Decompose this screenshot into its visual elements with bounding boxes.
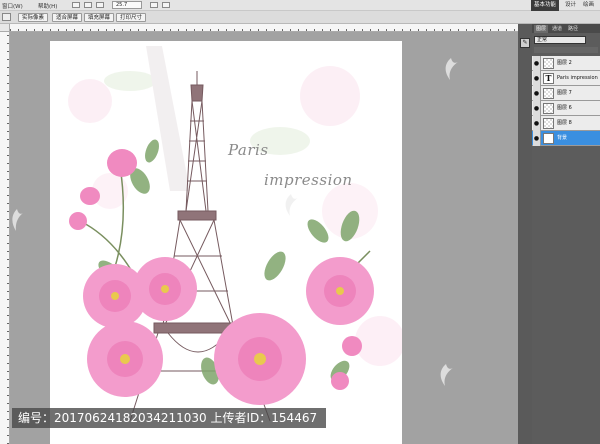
layer-thumbnail — [543, 118, 554, 129]
artwork-text-paris: Paris — [228, 141, 269, 159]
menu-window[interactable]: 窗口(W) — [2, 2, 23, 10]
layer-thumbnail — [543, 58, 554, 69]
ruler-corner[interactable] — [0, 24, 10, 32]
arrange-documents-icon[interactable] — [150, 2, 158, 8]
menu-bar: 窗口(W) 帮助(H) 25.7 基本功能 设计 绘画 — [0, 0, 600, 11]
screen-mode-switch-icon[interactable] — [162, 2, 170, 8]
guides-icon[interactable] — [84, 2, 92, 8]
screen-mode-icon[interactable] — [72, 2, 80, 8]
eye-icon[interactable]: ● — [533, 131, 541, 146]
watermark-id-bar: 编号：20170624182034211030 上传者ID：154467 — [12, 408, 326, 428]
zoom-field[interactable]: 25.7 — [112, 1, 142, 9]
tab-layers[interactable]: 图层 — [534, 25, 549, 33]
options-bar: 实际像素 适合屏幕 填充屏幕 打印尺寸 — [0, 11, 600, 24]
layer-row[interactable]: ● T Paris impression — [532, 71, 600, 86]
layer-row[interactable]: ● 图层 6 — [532, 101, 600, 116]
layer-row[interactable]: ● 图层 2 — [532, 56, 600, 71]
layer-row[interactable]: ● 图层 7 — [532, 86, 600, 101]
layer-thumbnail — [543, 103, 554, 114]
layer-thumbnail — [543, 133, 554, 144]
watermark-logo-icon — [440, 364, 453, 386]
watermark-logo-icon — [12, 209, 23, 231]
layer-name[interactable]: 图层 2 — [557, 56, 599, 71]
print-size-button[interactable]: 打印尺寸 — [116, 13, 147, 22]
workspace-painting[interactable]: 绘画 — [580, 0, 597, 11]
fill-screen-button[interactable]: 填充屏幕 — [84, 13, 115, 22]
panel-dock-strip: ✎ — [518, 24, 532, 444]
workspace-essentials[interactable]: 基本功能 — [531, 0, 560, 11]
menu-help[interactable]: 帮助(H) — [38, 2, 57, 10]
artwork-illustration — [68, 46, 402, 422]
text-layer-icon: T — [543, 73, 554, 84]
layer-thumbnail — [543, 88, 554, 99]
layers-panel: 图层 通道 路径 正常 ● 图层 2 ● T Paris impression … — [532, 24, 600, 444]
tab-paths[interactable]: 路径 — [566, 25, 580, 33]
brush-preset-icon[interactable]: ✎ — [520, 38, 530, 48]
tab-channels[interactable]: 通道 — [550, 25, 564, 33]
canvas-area[interactable]: Paris impression — [10, 32, 518, 444]
artwork-text-impression: impression — [264, 171, 353, 189]
layer-name[interactable]: 图层 8 — [557, 116, 599, 131]
actual-pixels-button[interactable]: 实际像素 — [18, 13, 49, 22]
layer-row[interactable]: ● 图层 8 — [532, 116, 600, 131]
layer-name[interactable]: 图层 6 — [557, 101, 599, 116]
watermark-logo-icon — [445, 58, 458, 80]
blend-mode-select[interactable]: 正常 — [534, 36, 586, 44]
layer-name[interactable]: 背景 — [557, 131, 599, 146]
eye-icon[interactable]: ● — [533, 116, 541, 131]
ruler-horizontal[interactable] — [10, 24, 518, 32]
eye-icon[interactable]: ● — [533, 86, 541, 101]
eye-icon[interactable]: ● — [533, 56, 541, 71]
document-canvas[interactable]: Paris impression — [50, 41, 402, 444]
watermark-logo-icon — [285, 194, 298, 216]
panel-tabs: 图层 通道 路径 — [532, 24, 600, 33]
eye-icon[interactable]: ● — [533, 71, 541, 86]
tool-preset-icon[interactable] — [2, 13, 11, 21]
workspace-design[interactable]: 设计 — [562, 0, 579, 11]
eye-icon[interactable]: ● — [533, 101, 541, 116]
layer-options-row[interactable] — [534, 47, 598, 53]
layer-name[interactable]: Paris impression — [557, 71, 599, 86]
grid-icon[interactable] — [96, 2, 104, 8]
layer-name[interactable]: 图层 7 — [557, 86, 599, 101]
layer-row-selected[interactable]: ● 背景 — [532, 131, 600, 146]
ruler-vertical[interactable] — [0, 32, 10, 444]
fit-screen-button[interactable]: 适合屏幕 — [52, 13, 83, 22]
